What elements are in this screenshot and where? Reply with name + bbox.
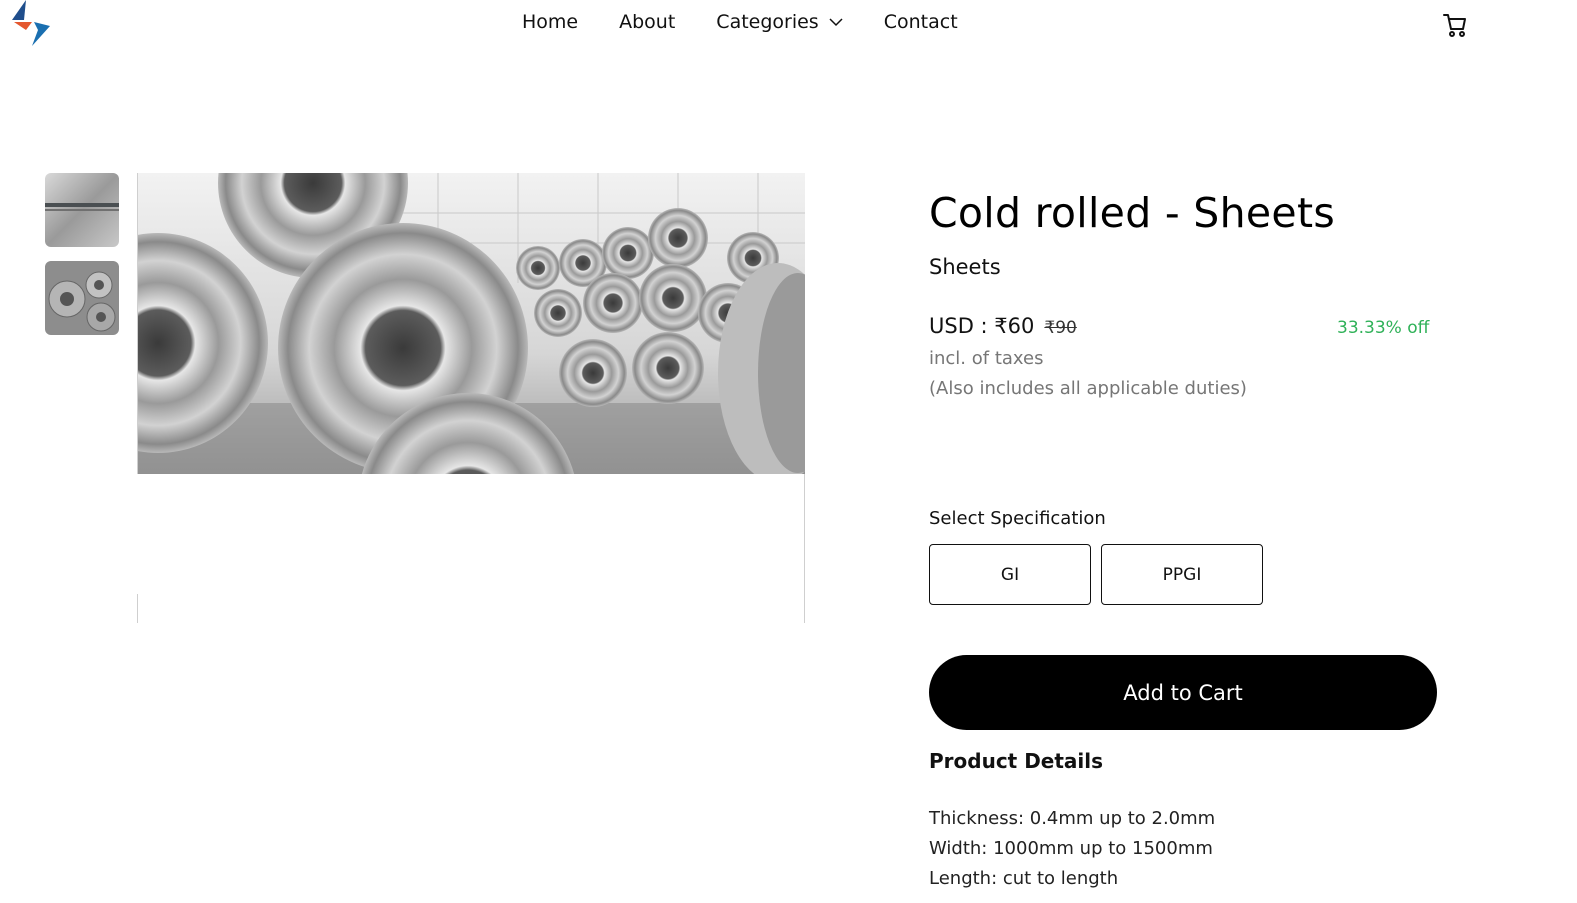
- nav-categories[interactable]: Categories: [716, 11, 843, 33]
- product-category: Sheets: [929, 255, 1001, 279]
- nav-about[interactable]: About: [619, 11, 675, 33]
- add-to-cart-button[interactable]: Add to Cart: [929, 655, 1437, 730]
- cart-icon[interactable]: [1442, 12, 1468, 38]
- duties-note: (Also includes all applicable duties): [929, 378, 1247, 399]
- current-price: ₹60: [994, 314, 1035, 338]
- thumbnail-steel-coils[interactable]: [45, 261, 119, 335]
- nav-contact[interactable]: Contact: [884, 11, 958, 33]
- image-border-gap: [137, 474, 139, 594]
- steel-sheet-thumbnail-icon: [45, 173, 119, 247]
- main-nav: Home About Categories Contact: [522, 11, 958, 33]
- nav-categories-label: Categories: [716, 11, 819, 33]
- steel-coils-warehouse-photo: [138, 173, 805, 474]
- discount-badge: 33.33% off: [1337, 318, 1430, 338]
- spec-option-gi[interactable]: GI: [929, 544, 1091, 605]
- site-header: Home About Categories Contact: [0, 0, 1577, 50]
- product-title: Cold rolled - Sheets: [929, 189, 1335, 237]
- thumbnail-steel-sheet[interactable]: [45, 173, 119, 247]
- detail-length: Length: cut to length: [929, 868, 1119, 889]
- product-price: USD : ₹60 ₹90: [929, 314, 1077, 338]
- price-prefix: USD :: [929, 314, 995, 338]
- main-product-image: [137, 173, 805, 623]
- spec-label: Select Specification: [929, 508, 1106, 529]
- steel-coils-thumbnail-icon: [45, 261, 119, 335]
- original-price: ₹90: [1044, 318, 1077, 338]
- brand-logo-icon[interactable]: [10, 0, 50, 48]
- product-details-heading: Product Details: [929, 749, 1104, 773]
- tax-note: incl. of taxes: [929, 348, 1044, 369]
- nav-home[interactable]: Home: [522, 11, 578, 33]
- chevron-down-icon: [829, 18, 843, 27]
- detail-thickness: Thickness: 0.4mm up to 2.0mm: [929, 808, 1216, 829]
- spec-option-ppgi[interactable]: PPGI: [1101, 544, 1263, 605]
- detail-width: Width: 1000mm up to 1500mm: [929, 838, 1213, 859]
